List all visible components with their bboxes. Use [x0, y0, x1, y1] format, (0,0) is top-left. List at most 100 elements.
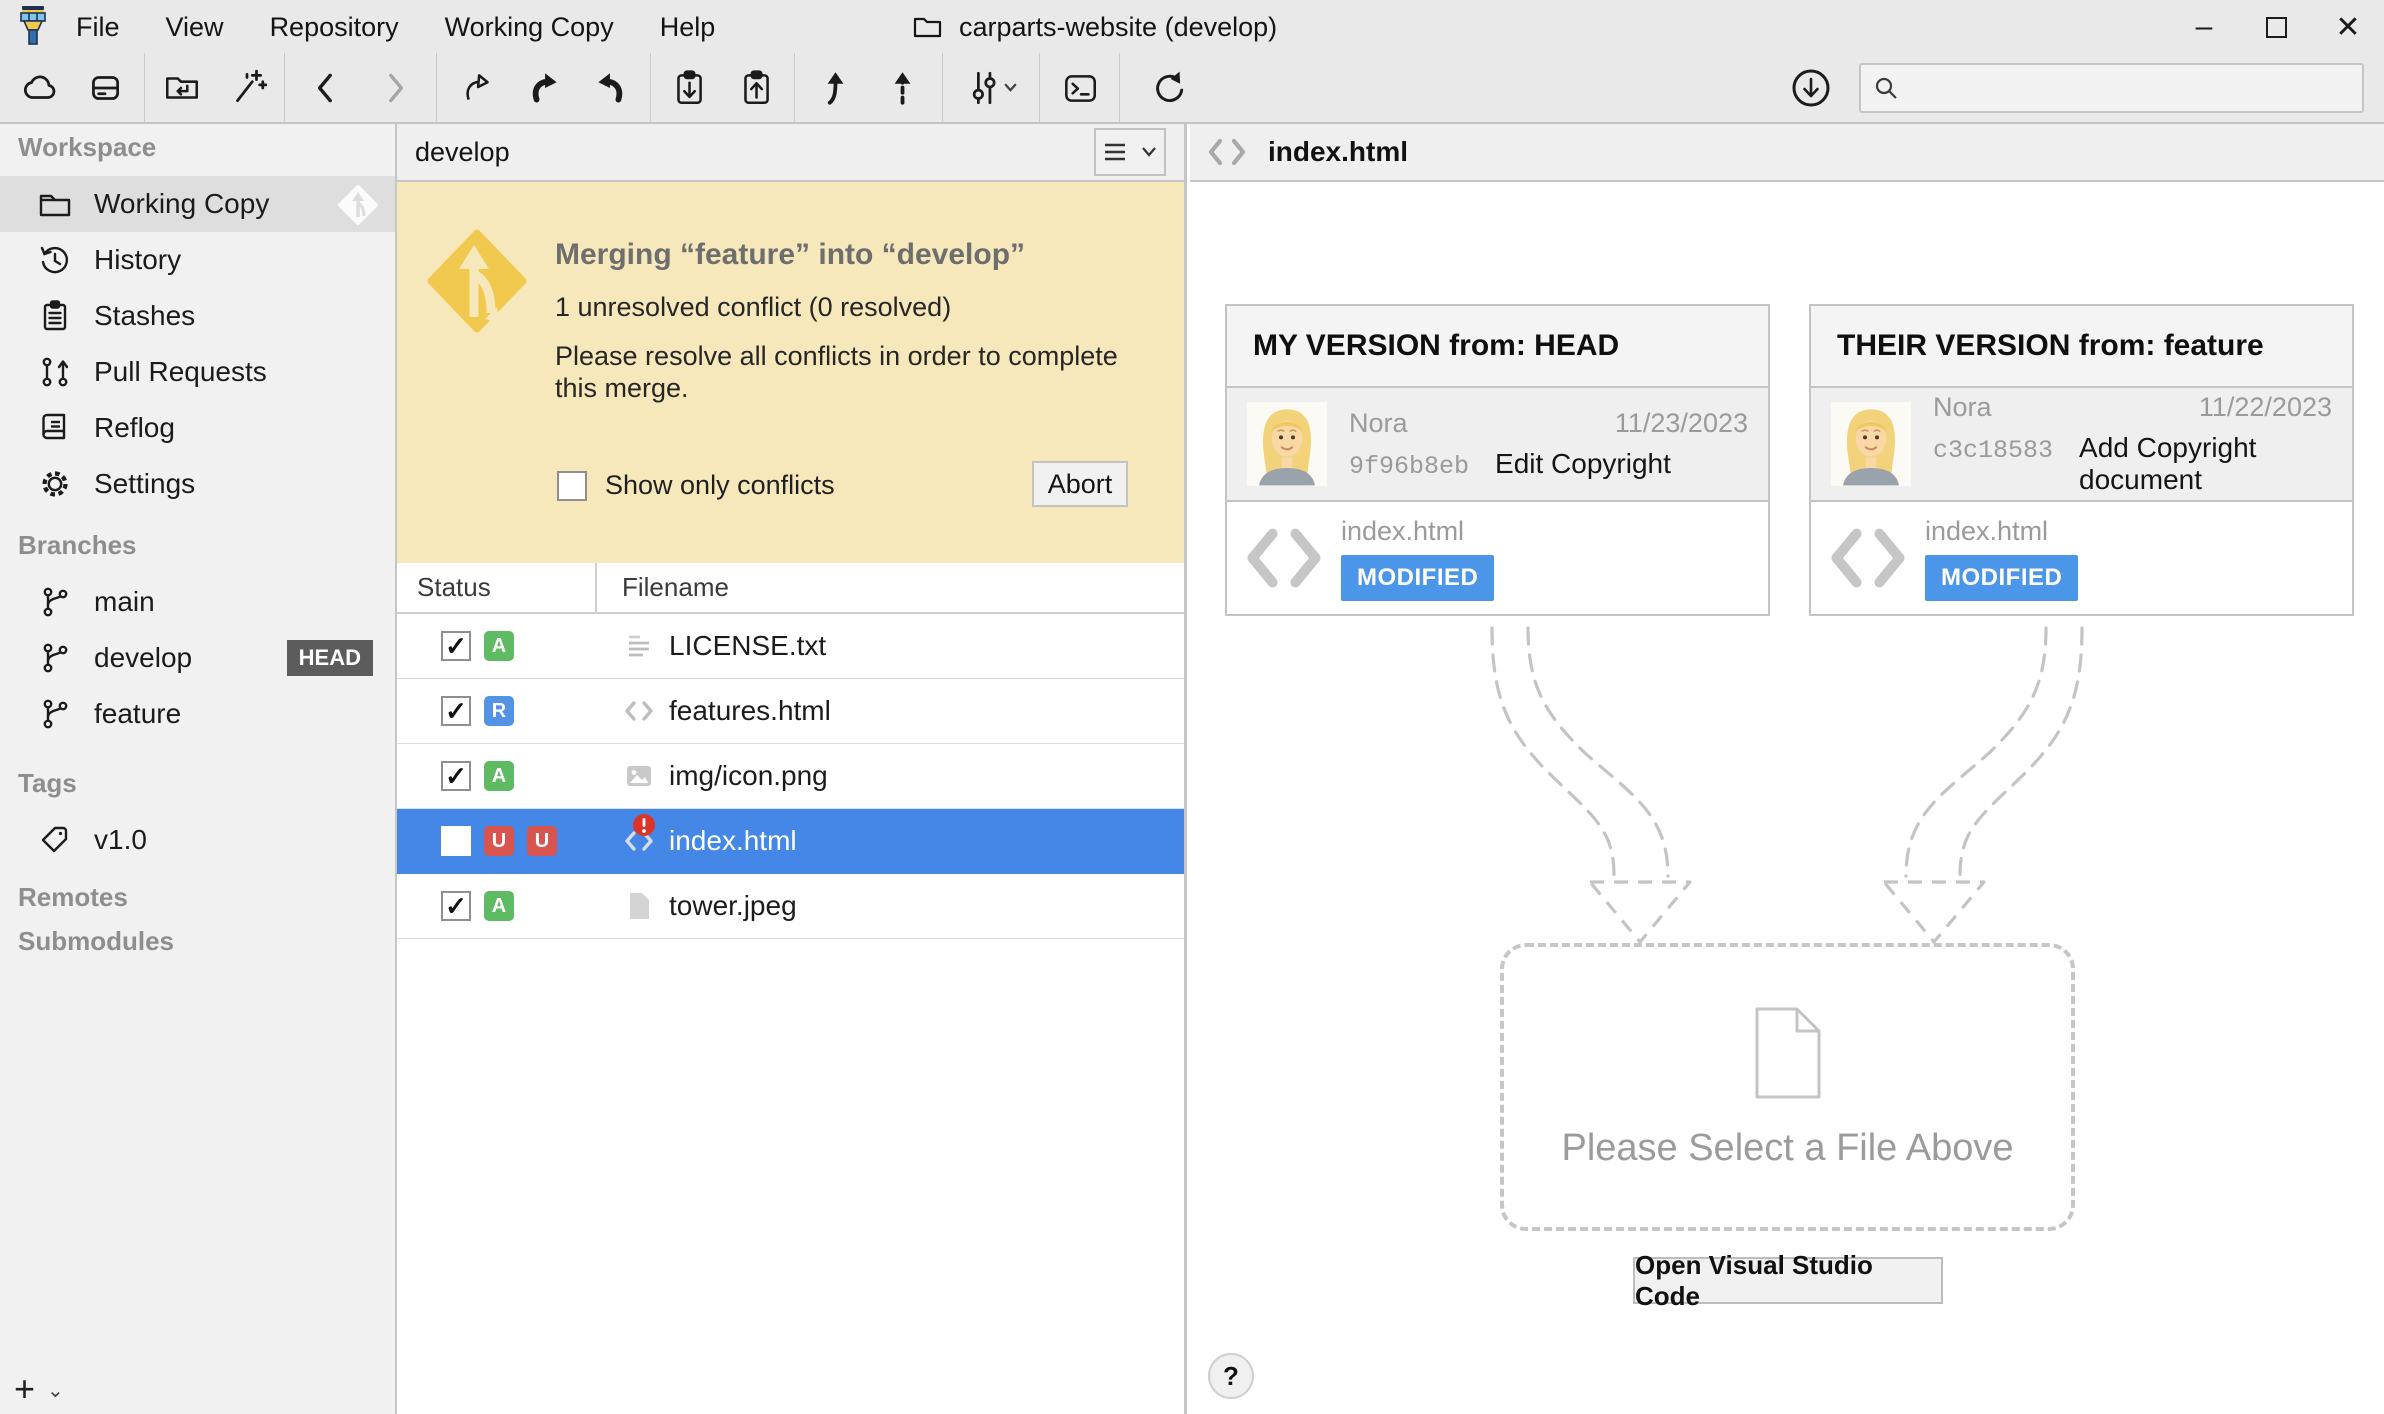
abort-merge-button[interactable]: Abort [1032, 461, 1128, 507]
forward-button[interactable] [367, 60, 423, 116]
clipboard-down-icon [669, 68, 709, 108]
table-row[interactable]: A LICENSE.txt [397, 614, 1184, 679]
gear-icon [38, 467, 72, 501]
fetch-indicator-button[interactable] [1783, 60, 1839, 116]
sidebar-section-tags: Tags [0, 768, 395, 798]
open-vscode-button[interactable]: Open Visual Studio Code [1633, 1257, 1943, 1304]
row-checkbox[interactable] [441, 826, 471, 856]
my-version-commit: Nora 11/23/2023 9f96b8eb Edit Copyright [1227, 388, 1768, 502]
merge-banner-conflicts: 1 unresolved conflict (0 resolved) [555, 292, 951, 323]
drive-icon [85, 68, 125, 108]
terminal-button[interactable] [1052, 60, 1108, 116]
search-icon [1873, 75, 1899, 101]
redo-filled-icon [591, 68, 631, 108]
undo-all-button[interactable] [516, 60, 572, 116]
commit-message: Edit Copyright [1495, 448, 1671, 480]
modified-status-badge: MODIFIED [1925, 555, 2078, 601]
maximize-button[interactable] [2240, 0, 2312, 54]
branch-icon [38, 641, 72, 675]
plus-icon: + [14, 1372, 35, 1406]
my-version-card[interactable]: MY VERSION from: HEAD [1225, 304, 1770, 616]
undo-outline-icon [456, 68, 496, 108]
their-version-file: index.html MODIFIED [1811, 502, 2352, 614]
sidebar-section-remotes: Remotes [0, 882, 395, 912]
repository-drive-button[interactable] [77, 60, 133, 116]
sidebar-item-branch-develop[interactable]: develop HEAD [0, 630, 395, 686]
file-name: tower.jpeg [669, 890, 797, 922]
help-button[interactable]: ? [1208, 1353, 1254, 1399]
row-checkbox[interactable] [441, 761, 471, 791]
push-button[interactable] [874, 60, 930, 116]
menubar: File View Repository Working Copy Help [76, 12, 715, 43]
menu-working-copy[interactable]: Working Copy [445, 12, 614, 43]
merge-conflict-banner: Merging “feature” into “develop” 1 unres… [397, 182, 1184, 563]
sidebar-item-reflog[interactable]: Reflog [0, 400, 395, 456]
sidebar-item-label: feature [94, 698, 181, 730]
sidebar-item-history[interactable]: History [0, 232, 395, 288]
merge-banner-title: Merging “feature” into “develop” [555, 238, 1025, 272]
detail-file-title: index.html [1268, 136, 1408, 168]
table-row[interactable]: A img/icon.png [397, 744, 1184, 809]
sidebar-item-label: Pull Requests [94, 356, 267, 388]
file-table-header: Status Filename [397, 563, 1184, 614]
open-repository-button[interactable] [154, 60, 210, 116]
circled-down-arrow-icon [1790, 67, 1832, 109]
search-box[interactable] [1859, 63, 2364, 113]
forward-icon [375, 68, 415, 108]
pull-request-icon [38, 355, 72, 389]
generic-file-icon [622, 889, 656, 923]
table-row[interactable]: A tower.jpeg [397, 874, 1184, 939]
search-input[interactable] [1909, 73, 2350, 104]
back-button[interactable] [298, 60, 354, 116]
modified-status-badge: MODIFIED [1341, 555, 1494, 601]
merge-tool-button[interactable] [951, 60, 1031, 116]
minimize-button[interactable]: – [2168, 0, 2240, 54]
their-version-card[interactable]: THEIR VERSION from: feature [1809, 304, 2354, 616]
table-row-selected[interactable]: U U index.html [397, 809, 1184, 874]
refresh-icon [1148, 68, 1188, 108]
titlebar: File View Repository Working Copy Help c… [0, 0, 2384, 54]
sidebar-item-pull-requests[interactable]: Pull Requests [0, 344, 395, 400]
row-checkbox[interactable] [441, 631, 471, 661]
sidebar-item-label: Reflog [94, 412, 175, 444]
code-file-conflict-icon [622, 824, 656, 858]
menu-repository[interactable]: Repository [270, 12, 399, 43]
dropzone-text: Please Select a File Above [1561, 1127, 2013, 1170]
code-file-icon [1241, 515, 1327, 601]
sidebar-item-branch-main[interactable]: main [0, 574, 395, 630]
pull-button[interactable] [807, 60, 863, 116]
menu-help[interactable]: Help [660, 12, 716, 43]
table-row[interactable]: R features.html [397, 679, 1184, 744]
file-panel-header: develop [397, 124, 1184, 182]
push-icon [882, 68, 922, 108]
column-header-status: Status [397, 563, 597, 612]
sidebar-item-settings[interactable]: Settings [0, 456, 395, 512]
stash-apply-button[interactable] [728, 60, 784, 116]
folder-icon [912, 13, 943, 41]
sidebar-item-stashes[interactable]: Stashes [0, 288, 395, 344]
commit-hash: 9f96b8eb [1349, 452, 1469, 481]
sidebar-item-working-copy[interactable]: Working Copy [0, 176, 395, 232]
quick-actions-button[interactable] [219, 60, 275, 116]
menu-file[interactable]: File [76, 12, 120, 43]
row-checkbox[interactable] [441, 891, 471, 921]
add-repository-button[interactable]: + ⌄ [14, 1372, 64, 1406]
show-only-conflicts-checkbox[interactable] [557, 471, 587, 501]
menu-view[interactable]: View [166, 12, 224, 43]
close-button[interactable]: ✕ [2312, 0, 2384, 54]
sidebar-item-tag-v1[interactable]: v1.0 [0, 812, 395, 868]
sidebar-item-branch-feature[interactable]: feature [0, 686, 395, 742]
redo-button[interactable] [583, 60, 639, 116]
merge-banner-instruction: Please resolve all conflicts in order to… [555, 340, 1135, 404]
status-badge-renamed: R [484, 696, 514, 726]
maximize-icon [2266, 17, 2287, 38]
stash-save-button[interactable] [661, 60, 717, 116]
refresh-button[interactable] [1140, 60, 1196, 116]
sidebar-item-label: develop [94, 642, 192, 674]
undo-button[interactable] [448, 60, 504, 116]
sidebar-item-label: Working Copy [94, 188, 269, 220]
merge-flag-icon [337, 184, 379, 233]
cloud-button[interactable] [11, 60, 67, 116]
list-options-button[interactable] [1094, 128, 1166, 176]
row-checkbox[interactable] [441, 696, 471, 726]
